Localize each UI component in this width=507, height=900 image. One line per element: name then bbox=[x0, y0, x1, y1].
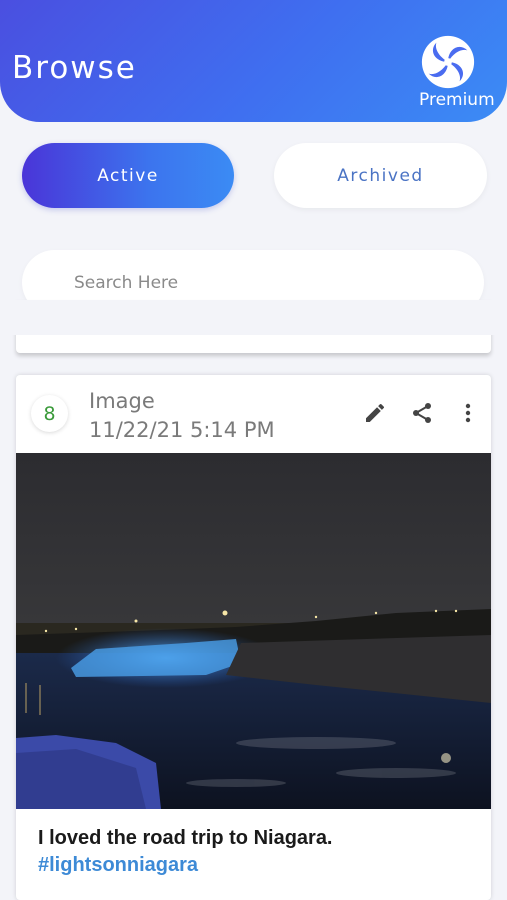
entry-caption: I loved the road trip to Niagara. #light… bbox=[38, 825, 478, 879]
tab-archived[interactable]: Archived bbox=[274, 143, 487, 208]
app-header: Browse Premium bbox=[0, 0, 507, 122]
page-title: Browse bbox=[12, 50, 137, 86]
scroll-clip bbox=[0, 300, 507, 335]
count-badge: 8 bbox=[31, 395, 68, 432]
caption-text: I loved the road trip to Niagara. bbox=[38, 827, 333, 849]
edit-icon[interactable] bbox=[363, 401, 387, 425]
entry-photo[interactable] bbox=[16, 453, 491, 809]
share-icon[interactable] bbox=[410, 401, 434, 425]
app-logo-icon[interactable] bbox=[419, 33, 477, 91]
entry-card[interactable]: 8 Image 11/22/21 5:14 PM I loved the roa… bbox=[16, 375, 491, 900]
tab-active[interactable]: Active bbox=[22, 143, 234, 208]
more-vert-icon[interactable] bbox=[456, 401, 480, 425]
premium-label[interactable]: Premium bbox=[419, 90, 495, 110]
hashtag-link[interactable]: #lightsonniagara bbox=[38, 854, 198, 876]
entry-timestamp: 11/22/21 5:14 PM bbox=[89, 418, 275, 442]
entry-type-label: Image bbox=[89, 389, 155, 413]
